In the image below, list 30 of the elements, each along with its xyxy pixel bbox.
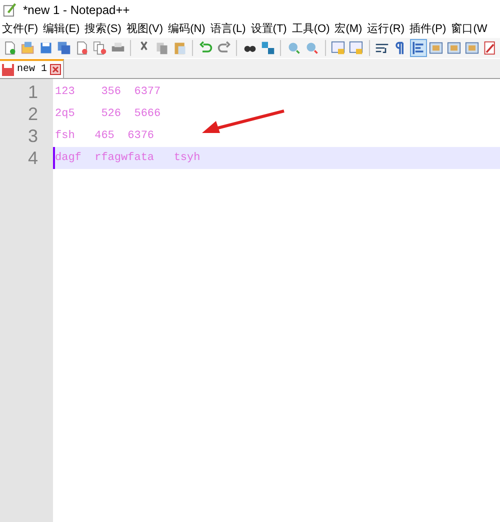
line-number: 4 — [28, 149, 38, 167]
document-tab[interactable]: new 1 — [0, 59, 64, 78]
code-text: dagf rfagwfata tsyh — [55, 150, 200, 166]
line-number: 2 — [28, 105, 38, 123]
menu-item[interactable]: 编辑(E) — [43, 20, 80, 38]
line-number: 1 — [28, 83, 38, 101]
menu-item[interactable]: 宏(M) — [334, 20, 362, 38]
menu-item[interactable]: 设置(T) — [250, 20, 287, 38]
menu-item[interactable]: 工具(O) — [292, 20, 330, 38]
menu-item[interactable]: 语言(L) — [210, 20, 246, 38]
menu-item[interactable]: 视图(V) — [126, 20, 164, 38]
menu-item[interactable]: 编码(N) — [168, 20, 206, 38]
close-icon[interactable] — [50, 64, 62, 75]
window-lock-icon[interactable] — [329, 39, 346, 57]
code-text: 2q5 526 5666 — [55, 106, 161, 122]
menu-item[interactable]: 搜索(S) — [84, 20, 122, 38]
window-lock-icon[interactable] — [347, 39, 365, 57]
indent-guide-icon[interactable] — [410, 39, 427, 57]
window-title: *new 1 - Notepad++ — [23, 2, 130, 19]
menu-item[interactable]: 文件(F) — [2, 20, 38, 38]
notepad-icon — [3, 3, 17, 17]
menu-item[interactable]: 插件(P) — [410, 20, 446, 38]
line-number: 3 — [28, 127, 38, 145]
menu-item[interactable]: 运行(R) — [367, 20, 405, 38]
floppy-disks-icon[interactable] — [55, 39, 72, 57]
documents-icon[interactable] — [91, 39, 108, 57]
code-text: fsh 465 6376 — [55, 128, 154, 144]
replace-icon[interactable] — [259, 39, 276, 57]
menu-item[interactable]: 窗口(W — [451, 20, 488, 38]
code-text: 123 356 6377 — [55, 84, 161, 100]
